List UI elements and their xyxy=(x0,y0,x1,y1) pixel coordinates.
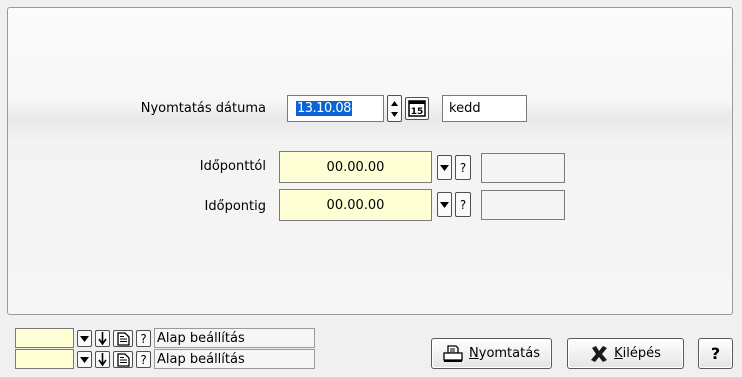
time-to-dropdown-button[interactable] xyxy=(437,192,452,217)
print-date-label: Nyomtatás dátuma xyxy=(140,101,266,116)
print-button-label: Nyomtatás xyxy=(469,346,540,361)
time-from-label: Időponttól xyxy=(199,159,266,174)
dropdown-arrow-icon xyxy=(80,335,89,342)
settings-row: ? Alap beállítás xyxy=(15,328,315,348)
settings-field[interactable] xyxy=(15,349,74,369)
down-arrow-icon xyxy=(98,332,107,345)
exit-button-label: Kilépés xyxy=(614,346,661,361)
settings-help-button[interactable]: ? xyxy=(136,351,151,368)
weekday-value: kedd xyxy=(449,101,481,116)
time-to-extra-field xyxy=(481,190,565,220)
calendar-icon: 15 xyxy=(408,100,426,117)
x-close-icon xyxy=(591,345,608,362)
svg-text:15: 15 xyxy=(411,107,424,117)
settings-label: Alap beállítás xyxy=(154,328,315,348)
help-icon: ? xyxy=(140,352,147,367)
time-from-field[interactable]: 00.00.00 xyxy=(279,151,432,183)
settings-load-button[interactable] xyxy=(95,330,110,347)
settings-dropdown-button[interactable] xyxy=(77,330,92,347)
settings-save-button[interactable] xyxy=(113,330,133,347)
settings-help-button[interactable]: ? xyxy=(136,330,151,347)
help-icon: ? xyxy=(459,160,467,175)
settings-save-button[interactable] xyxy=(113,351,133,368)
spin-up-down-icon xyxy=(391,100,398,117)
settings-label: Alap beállítás xyxy=(154,349,315,369)
time-to-label: Időpontig xyxy=(204,199,266,214)
settings-row: ? Alap beállítás xyxy=(15,349,315,369)
settings-dropdown-button[interactable] xyxy=(77,351,92,368)
time-from-extra-field xyxy=(481,153,565,183)
document-icon xyxy=(116,352,130,367)
time-from-dropdown-button[interactable] xyxy=(437,155,452,180)
printer-icon xyxy=(443,344,463,362)
time-from-value: 00.00.00 xyxy=(326,159,385,175)
settings-load-button[interactable] xyxy=(95,351,110,368)
weekday-field: kedd xyxy=(442,95,527,122)
dropdown-arrow-icon xyxy=(440,201,449,208)
help-button[interactable]: ? xyxy=(698,338,733,369)
help-icon: ? xyxy=(459,197,467,212)
print-date-value: 13.10.08 xyxy=(296,101,352,116)
time-to-help-button[interactable]: ? xyxy=(455,192,471,217)
dropdown-arrow-icon xyxy=(80,356,89,363)
down-arrow-icon xyxy=(98,353,107,366)
date-spin-button[interactable] xyxy=(387,95,402,122)
time-to-field[interactable]: 00.00.00 xyxy=(279,189,432,221)
help-icon: ? xyxy=(140,331,147,346)
document-icon xyxy=(116,331,130,346)
help-icon: ? xyxy=(710,344,721,363)
time-to-value: 00.00.00 xyxy=(326,197,385,213)
dropdown-arrow-icon xyxy=(440,164,449,171)
exit-button[interactable]: Kilépés xyxy=(567,338,684,369)
settings-field[interactable] xyxy=(15,328,74,348)
print-date-field[interactable]: 13.10.08 xyxy=(287,95,384,122)
print-button[interactable]: Nyomtatás xyxy=(431,338,552,369)
time-from-help-button[interactable]: ? xyxy=(455,155,471,180)
calendar-button[interactable]: 15 xyxy=(405,97,429,120)
